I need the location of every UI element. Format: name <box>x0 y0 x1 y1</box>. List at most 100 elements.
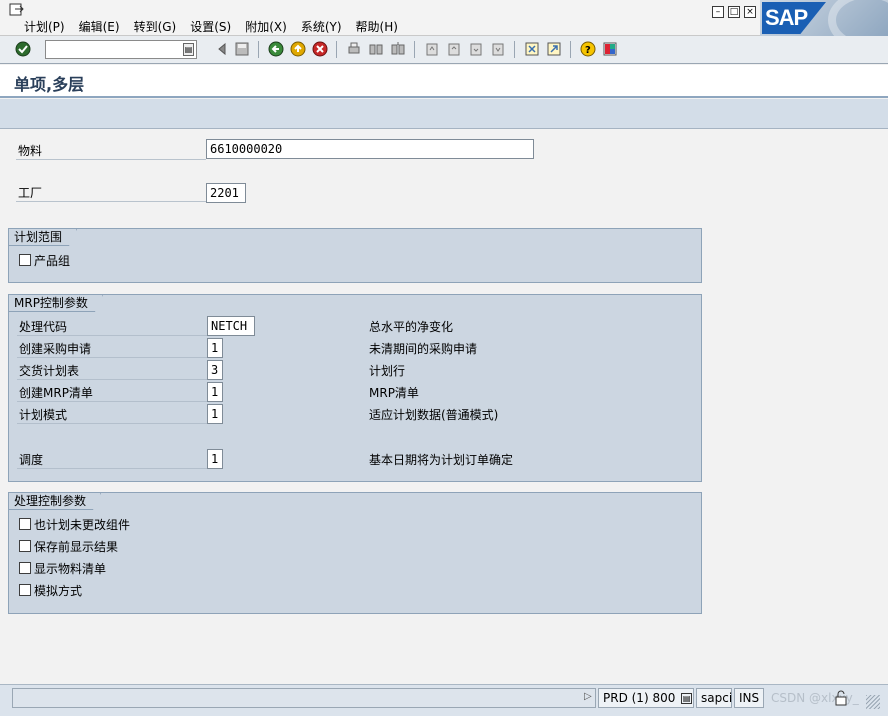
close-icon[interactable]: × <box>744 6 756 18</box>
minimize-icon[interactable]: – <box>712 6 724 18</box>
create-mrp-list-desc: MRP清单 <box>369 386 419 400</box>
planning-scope-group: 计划范围 产品组 <box>8 228 702 283</box>
process-params-title: 处理控制参数 <box>9 493 101 510</box>
toolbar-separator <box>570 41 571 58</box>
input-mode[interactable]: INS <box>734 688 764 708</box>
help-icon[interactable]: ? <box>580 41 596 57</box>
display-bom-option[interactable]: 显示物料清单 <box>19 559 106 577</box>
display-results-checkbox[interactable] <box>19 540 31 552</box>
plan-unchanged-components-option[interactable]: 也计划未更改组件 <box>19 515 130 533</box>
last-page-icon[interactable] <box>490 41 506 57</box>
status-message-area <box>12 688 596 708</box>
mrp-params-title: MRP控制参数 <box>9 295 103 312</box>
server-info: sapci <box>696 688 732 708</box>
logo-swirl <box>828 0 888 36</box>
simulation-mode-checkbox[interactable] <box>19 584 31 596</box>
standard-toolbar: ▤ ? <box>0 36 888 64</box>
delivery-schedule-label: 交货计划表 <box>17 362 207 380</box>
create-purreq-input[interactable]: 1 <box>207 338 223 358</box>
find-next-icon[interactable] <box>390 41 406 57</box>
cancel-icon[interactable] <box>312 41 328 57</box>
product-group-option[interactable]: 产品组 <box>19 251 70 269</box>
planning-mode-input[interactable]: 1 <box>207 404 223 424</box>
create-purreq-desc: 未清期间的采购申请 <box>369 342 478 356</box>
planning-scope-title: 计划范围 <box>9 229 77 246</box>
scheduling-label: 调度 <box>17 451 207 469</box>
command-field[interactable]: ▤ <box>45 40 197 59</box>
maximize-icon[interactable]: □ <box>728 6 740 18</box>
toolbar-separator <box>414 41 415 58</box>
menu-items: 计划(P) 编辑(E) 转到(G) 设置(S) 附加(X) 系统(Y) 帮助(H… <box>24 18 398 35</box>
title-bar: 单项,多层 <box>0 65 888 98</box>
create-purreq-label: 创建采购申请 <box>17 340 207 358</box>
system-info[interactable]: PRD (1) 800 ▤ <box>598 688 694 708</box>
option-label: 保存前显示结果 <box>34 539 119 554</box>
lock-icon[interactable] <box>834 690 848 706</box>
layout-menu-icon[interactable] <box>602 41 618 57</box>
menu-edit[interactable]: 编辑(E) <box>79 18 120 35</box>
command-dropdown-icon[interactable]: ▤ <box>183 43 194 56</box>
print-icon[interactable] <box>346 41 362 57</box>
enter-icon[interactable] <box>15 41 31 57</box>
find-icon[interactable] <box>368 41 384 57</box>
exit-icon[interactable] <box>290 41 306 57</box>
plan-unchanged-components-checkbox[interactable] <box>19 518 31 530</box>
menu-extras[interactable]: 附加(X) <box>245 18 287 35</box>
watermark: CSDN @xlxxy_ <box>771 691 859 705</box>
next-page-icon[interactable] <box>468 41 484 57</box>
toolbar-separator <box>514 41 515 58</box>
menu-settings[interactable]: 设置(S) <box>190 18 231 35</box>
application-toolbar <box>0 99 888 129</box>
window-controls: – □ × <box>712 6 756 18</box>
planning-mode-desc: 适应计划数据(普通模式) <box>369 408 499 422</box>
processing-key-label: 处理代码 <box>17 318 207 336</box>
system-menu-icon[interactable] <box>9 3 25 17</box>
option-label: 也计划未更改组件 <box>34 517 131 532</box>
status-toggle-icon[interactable]: ▷ <box>584 691 592 702</box>
material-input[interactable]: 6610000020 <box>206 139 534 159</box>
logo-text: SAP <box>765 5 808 30</box>
first-page-icon[interactable] <box>424 41 440 57</box>
menu-system[interactable]: 系统(Y) <box>301 18 342 35</box>
planning-mode-label: 计划模式 <box>17 406 207 424</box>
menu-goto[interactable]: 转到(G) <box>134 18 177 35</box>
sap-logo: SAP <box>760 0 888 36</box>
delivery-schedule-input[interactable]: 3 <box>207 360 223 380</box>
svg-text:?: ? <box>585 45 591 56</box>
mrp-params-group: MRP控制参数 处理代码 NETCH 总水平的净变化 创建采购申请 1 未清期间… <box>8 294 702 482</box>
display-results-option[interactable]: 保存前显示结果 <box>19 537 118 555</box>
page-title: 单项,多层 <box>14 75 85 94</box>
previous-page-icon[interactable] <box>446 41 462 57</box>
shortcut-icon[interactable] <box>546 41 562 57</box>
create-mrp-list-label: 创建MRP清单 <box>17 384 207 402</box>
create-session-icon[interactable] <box>524 41 540 57</box>
product-group-checkbox[interactable] <box>19 254 31 266</box>
option-label: 模拟方式 <box>34 583 83 598</box>
processing-key-input[interactable]: NETCH <box>207 316 255 336</box>
material-label: 物料 <box>16 142 206 160</box>
resize-grip[interactable] <box>866 695 880 709</box>
display-bom-checkbox[interactable] <box>19 562 31 574</box>
system-info-dropdown-icon[interactable]: ▤ <box>681 693 693 704</box>
back-arrow-icon[interactable] <box>214 41 230 57</box>
simulation-mode-option[interactable]: 模拟方式 <box>19 581 82 599</box>
plant-label: 工厂 <box>16 184 206 202</box>
create-mrp-list-input[interactable]: 1 <box>207 382 223 402</box>
plant-input[interactable]: 2201 <box>206 183 246 203</box>
option-label: 显示物料清单 <box>34 561 107 576</box>
system-info-text: PRD (1) 800 <box>603 691 676 705</box>
delivery-schedule-desc: 计划行 <box>369 364 406 378</box>
back-icon[interactable] <box>268 41 284 57</box>
toolbar-separator <box>258 41 259 58</box>
menu-help[interactable]: 帮助(H) <box>356 18 398 35</box>
menu-bar: 计划(P) 编辑(E) 转到(G) 设置(S) 附加(X) 系统(Y) 帮助(H… <box>0 0 888 36</box>
scheduling-desc: 基本日期将为计划订单确定 <box>369 453 514 467</box>
scheduling-input[interactable]: 1 <box>207 449 223 469</box>
process-params-group: 处理控制参数 也计划未更改组件 保存前显示结果 显示物料清单 模拟方式 <box>8 492 702 614</box>
processing-key-desc: 总水平的净变化 <box>369 320 454 334</box>
menu-plan[interactable]: 计划(P) <box>24 18 65 35</box>
status-bar: ▷ PRD (1) 800 ▤ sapci INS CSDN @xlxxy_ <box>0 684 888 716</box>
save-icon[interactable] <box>234 41 250 57</box>
toolbar-separator <box>336 41 337 58</box>
product-group-label: 产品组 <box>34 253 71 268</box>
